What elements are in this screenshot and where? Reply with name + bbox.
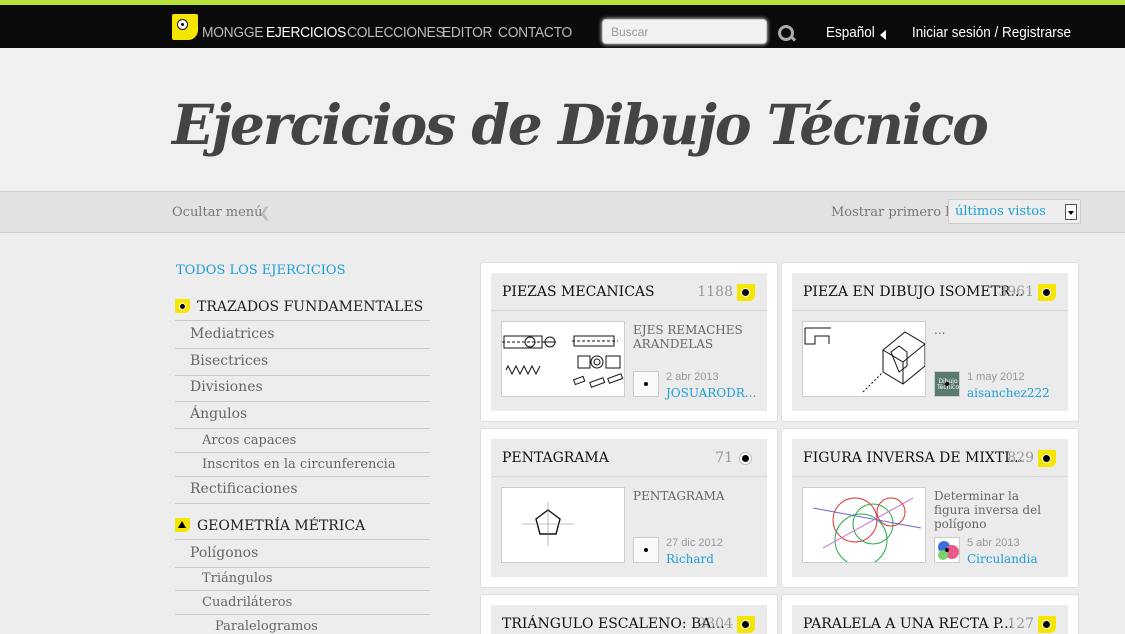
card-date: 5 abr 2013 bbox=[967, 537, 1020, 549]
sidebar-item-divisiones[interactable]: Divisiones bbox=[175, 375, 430, 402]
card-author-link[interactable]: Circulandia bbox=[967, 552, 1038, 566]
sidebar-item-poligonos[interactable]: Polígonos bbox=[175, 541, 430, 568]
category-trazados[interactable]: TRAZADOS FUNDAMENTALES bbox=[175, 297, 430, 321]
sort-select-value: últimos vistos bbox=[955, 204, 1046, 219]
sort-select[interactable]: últimos vistos bbox=[948, 199, 1081, 224]
exercise-thumbnail[interactable] bbox=[802, 487, 926, 563]
chevron-left-icon[interactable]: ❮ bbox=[259, 205, 271, 221]
exercise-badge-icon bbox=[737, 284, 755, 301]
sidebar-item-rectificaciones[interactable]: Rectificaciones bbox=[175, 477, 430, 504]
category-label: GEOMETRÍA MÉTRICA bbox=[197, 518, 366, 534]
card-title[interactable]: PIEZAS MECANICAS bbox=[502, 284, 655, 300]
card-title[interactable]: FIGURA INVERSA DE MIXTI... bbox=[803, 450, 1023, 466]
sidebar-item-mediatrices[interactable]: Mediatrices bbox=[175, 322, 430, 349]
nav-mongge[interactable]: MONGGE bbox=[202, 24, 263, 41]
card-date: 2 abr 2013 bbox=[666, 371, 719, 383]
category-label: TRAZADOS FUNDAMENTALES bbox=[197, 299, 424, 315]
search-icon[interactable] bbox=[778, 25, 794, 41]
page-header: Ejercicios de Dibujo Técnico bbox=[0, 48, 1125, 191]
exercise-thumbnail[interactable] bbox=[802, 321, 926, 397]
exercise-card[interactable]: TRIÁNGULO ESCALENO: BA... 2304 bbox=[480, 594, 778, 634]
card-description: EJES REMACHES ARANDELAS bbox=[633, 323, 743, 351]
card-view-count: 3961 bbox=[998, 284, 1034, 300]
triangle-icon bbox=[175, 518, 190, 532]
exercise-badge-icon bbox=[1038, 450, 1056, 467]
user-avatar[interactable] bbox=[633, 371, 659, 397]
hide-menu-link[interactable]: Ocultar menú bbox=[172, 205, 263, 220]
card-view-count: 1188 bbox=[697, 284, 733, 300]
card-title[interactable]: PIEZA EN DIBUJO ISOMETR... bbox=[803, 284, 1024, 300]
exercise-thumbnail[interactable] bbox=[501, 321, 625, 397]
sidebar-item-cuadrilateros[interactable]: Cuadriláteros bbox=[175, 591, 430, 615]
user-avatar[interactable] bbox=[934, 537, 960, 563]
sidebar-item-arcos-capaces[interactable]: Arcos capaces bbox=[175, 429, 430, 453]
page-title: Ejercicios de Dibujo Técnico bbox=[172, 92, 989, 157]
nav-colecciones[interactable]: COLECCIONES bbox=[347, 24, 445, 41]
card-title[interactable]: PENTAGRAMA bbox=[502, 450, 609, 466]
language-selector[interactable]: Español bbox=[826, 24, 875, 41]
exercise-badge-icon bbox=[737, 616, 755, 633]
card-author-link[interactable]: Richard bbox=[666, 552, 714, 566]
card-description: ... bbox=[934, 323, 946, 337]
card-title[interactable]: PARALELA A UNA RECTA P... bbox=[803, 616, 1013, 632]
card-author-link[interactable]: aisanchez222 bbox=[967, 386, 1050, 400]
card-description: Determinar la figura inversa del polígon… bbox=[934, 489, 1042, 531]
sidebar-item-angulos[interactable]: Ángulos bbox=[175, 402, 430, 429]
mongge-logo-icon[interactable] bbox=[172, 14, 198, 40]
card-author-link[interactable]: JOSUARODR... bbox=[666, 386, 756, 400]
card-title[interactable]: TRIÁNGULO ESCALENO: BA... bbox=[502, 616, 725, 632]
exercise-card[interactable]: FIGURA INVERSA DE MIXTI... 829 Determinar… bbox=[781, 428, 1079, 588]
card-date: 1 may 2012 bbox=[967, 371, 1025, 383]
top-navigation-bar: MONGGE EJERCICIOS COLECCIONES EDITOR CON… bbox=[0, 5, 1125, 48]
show-first-label: Mostrar primero los bbox=[831, 205, 964, 220]
card-view-count: 127 bbox=[1007, 616, 1034, 632]
card-view-count: 829 bbox=[1007, 450, 1034, 466]
nav-contacto[interactable]: CONTACTO bbox=[498, 24, 572, 41]
card-description: PENTAGRAMA bbox=[633, 489, 725, 503]
exercise-badge-icon bbox=[737, 450, 755, 467]
exercise-badge-icon bbox=[1038, 616, 1056, 633]
card-view-count: 71 bbox=[715, 450, 733, 466]
search-input[interactable] bbox=[602, 19, 767, 44]
card-date: 27 dic 2012 bbox=[666, 537, 723, 549]
category-geometria[interactable]: GEOMETRÍA MÉTRICA bbox=[175, 516, 430, 540]
login-register-link[interactable]: Iniciar sesión / Registrarse bbox=[912, 24, 1071, 41]
sidebar-item-inscritos[interactable]: Inscritos en la circunferencia bbox=[175, 453, 430, 477]
language-arrow-icon[interactable] bbox=[880, 30, 886, 40]
exercise-card[interactable]: PARALELA A UNA RECTA P... 127 bbox=[781, 594, 1079, 634]
exercise-badge-icon bbox=[1038, 284, 1056, 301]
chevron-down-icon[interactable] bbox=[1065, 204, 1077, 220]
category-icon bbox=[175, 299, 190, 313]
sidebar-item-triangulos[interactable]: Triángulos bbox=[175, 567, 430, 591]
card-view-count: 2304 bbox=[697, 616, 733, 632]
sidebar-item-paralelogramos[interactable]: Paralelogramos bbox=[175, 615, 430, 634]
avatar-label: Dibujo Técnico bbox=[936, 378, 960, 391]
nav-ejercicios[interactable]: EJERCICIOS bbox=[266, 24, 346, 41]
exercise-card[interactable]: PIEZA EN DIBUJO ISOMETR... 3961 ... Dibuj… bbox=[781, 262, 1079, 422]
exercise-thumbnail[interactable] bbox=[501, 487, 625, 563]
user-avatar[interactable] bbox=[633, 537, 659, 563]
all-exercises-link[interactable]: TODOS LOS EJERCICIOS bbox=[176, 263, 345, 278]
user-avatar[interactable]: Dibujo Técnico bbox=[934, 371, 960, 397]
sidebar-item-bisectrices[interactable]: Bisectrices bbox=[175, 349, 430, 376]
exercise-card[interactable]: PIEZAS MECANICAS 1188 EJES REMACHES ARAND… bbox=[480, 262, 778, 422]
exercise-card[interactable]: PENTAGRAMA 71 PENTAGRAMA 27 dic 2012 Rich… bbox=[480, 428, 778, 588]
options-bar: Ocultar menú ❮ Mostrar primero los últim… bbox=[0, 191, 1125, 233]
nav-editor[interactable]: EDITOR bbox=[442, 24, 493, 41]
